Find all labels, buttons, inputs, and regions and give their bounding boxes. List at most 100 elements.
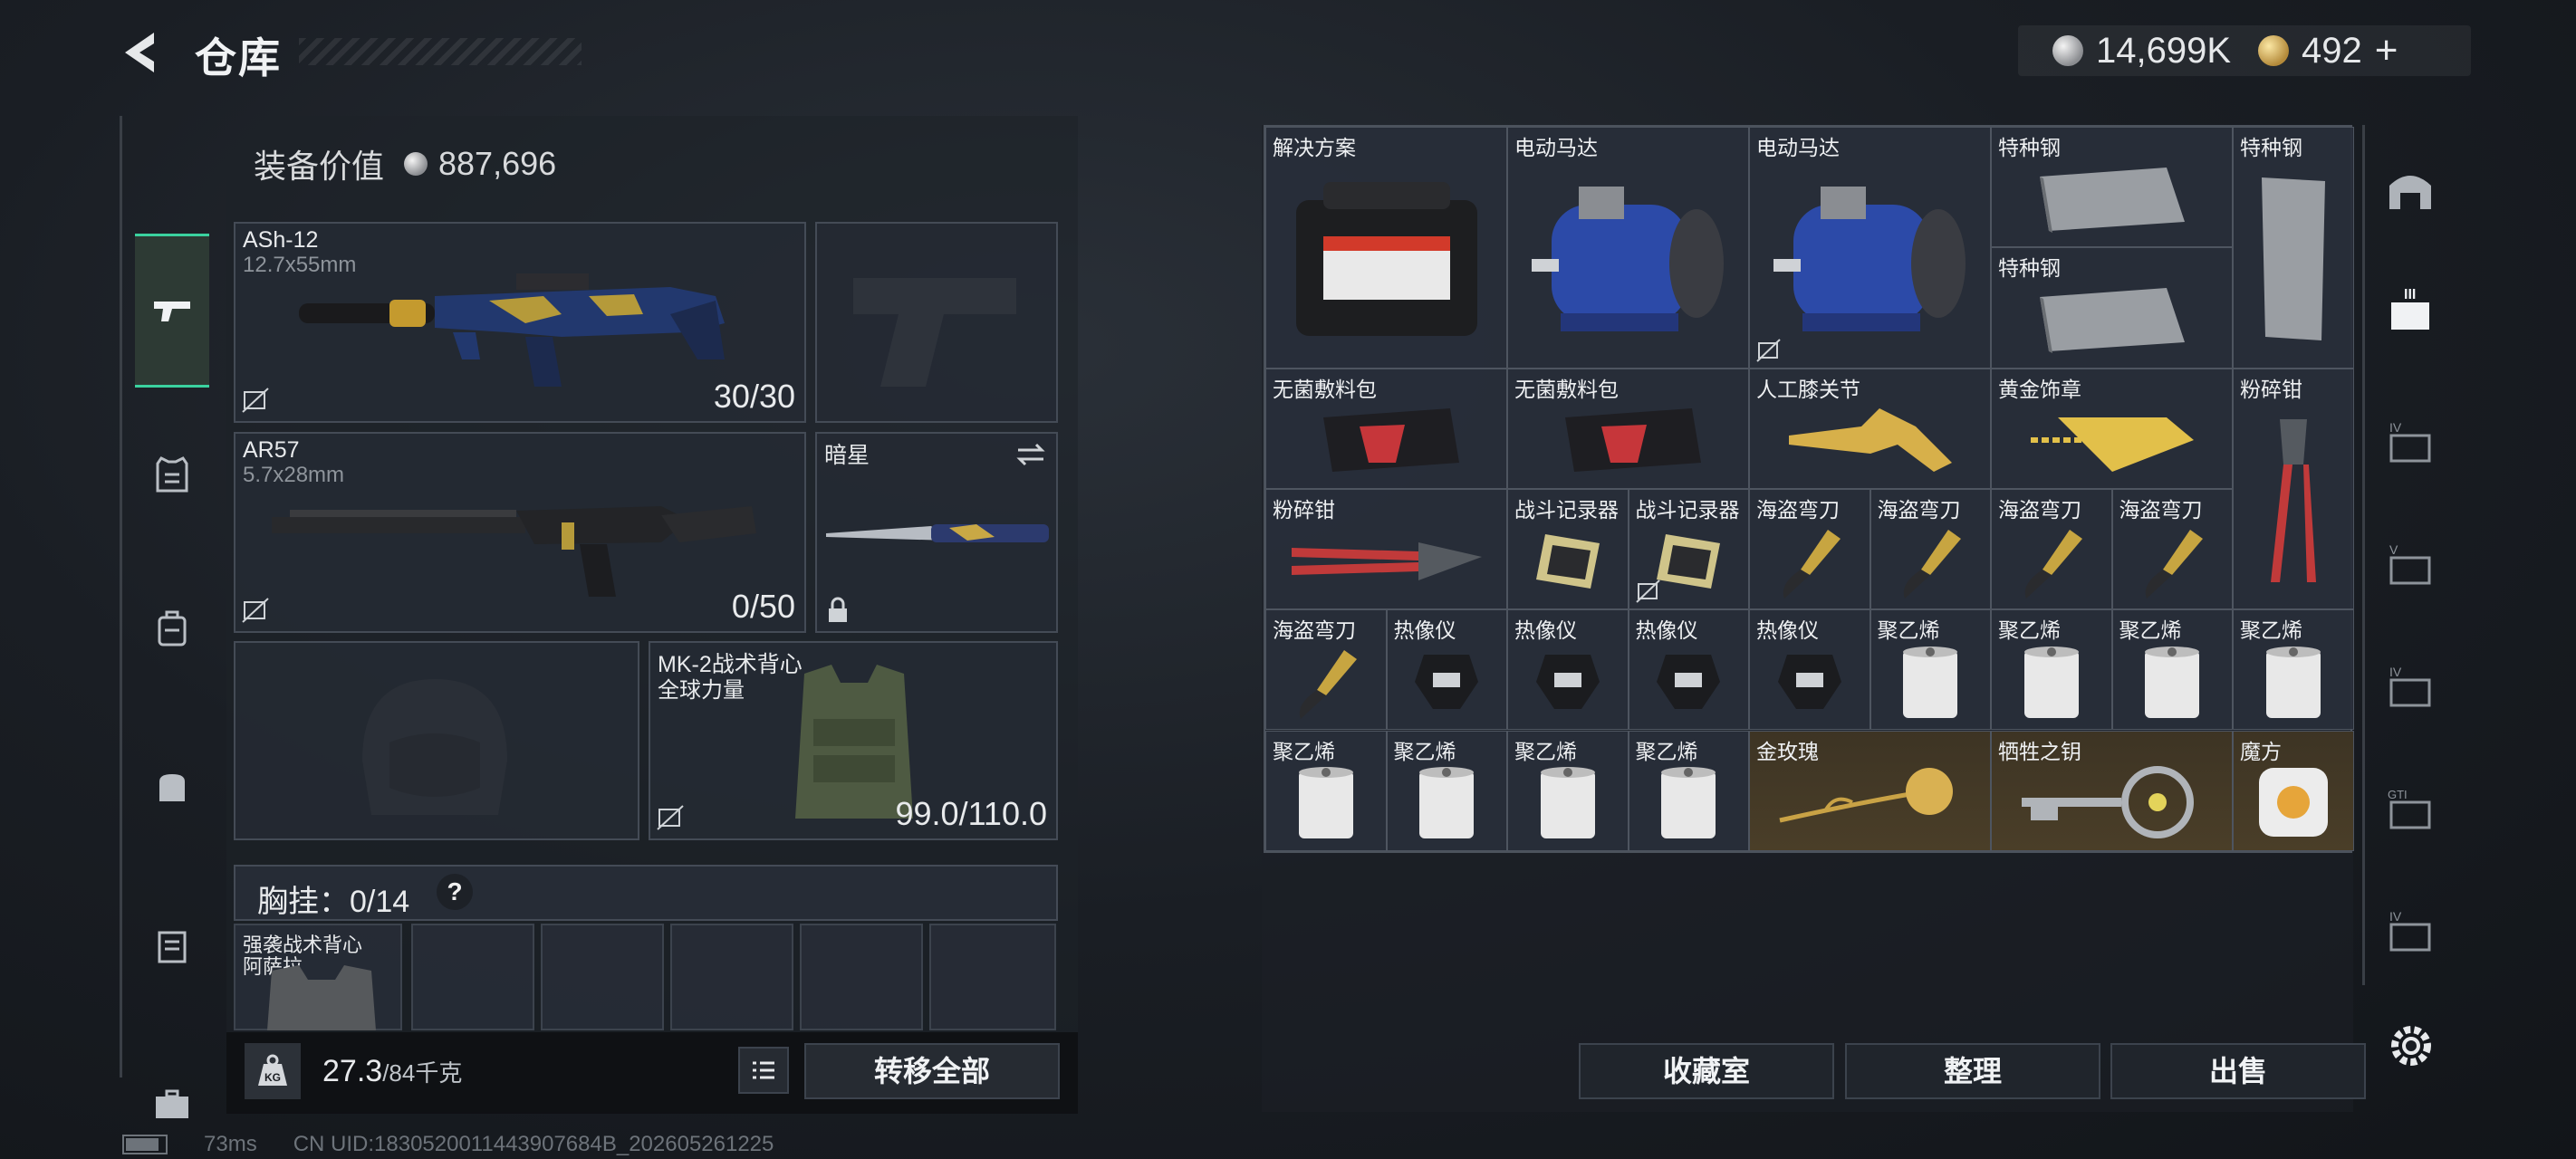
chest-rig-slot[interactable]: 强袭战术背心 阿萨拉 xyxy=(234,924,402,1030)
dark-star-knife-image xyxy=(826,524,1049,542)
svg-text:IV: IV xyxy=(2389,909,2402,924)
warehouse-item-roll[interactable]: 聚乙烯 xyxy=(1507,730,1629,851)
warehouse-item-roll[interactable]: 聚乙烯 xyxy=(1628,730,1749,851)
melee-slot[interactable]: 暗星 xyxy=(815,432,1058,633)
warehouse-item-key[interactable]: 牺牲之钥 xyxy=(1991,730,2233,851)
back-button[interactable] xyxy=(118,27,172,81)
chest-help-button[interactable]: ? xyxy=(437,874,473,910)
warehouse-item-cutter-v[interactable]: 粉碎钳 xyxy=(2233,368,2354,610)
toolbox-icon xyxy=(1266,128,1506,368)
nav-case[interactable] xyxy=(135,1067,209,1141)
warehouse-item-thermal[interactable]: 热像仪 xyxy=(1628,609,1749,731)
equipment-nav xyxy=(120,116,219,1118)
warehouse-item-steel-v[interactable]: 特种钢 xyxy=(2233,127,2354,369)
primary-weapon-slot[interactable]: ASh-12 12.7x55mm 30/30 xyxy=(234,222,806,423)
tier-iv-b-icon: IV xyxy=(2389,665,2431,707)
nav-weapons[interactable] xyxy=(135,234,209,388)
item-label: 无菌敷料包 xyxy=(1273,377,1377,401)
tab-tier-v[interactable]: V xyxy=(2381,537,2439,595)
sort-button[interactable]: 整理 xyxy=(1845,1043,2100,1099)
warehouse-item-cutter[interactable]: 粉碎钳 xyxy=(1265,488,1507,610)
nav-container[interactable] xyxy=(135,908,209,982)
settings-gear-icon[interactable] xyxy=(2386,1020,2437,1071)
warehouse-item-roll[interactable]: 聚乙烯 xyxy=(2111,609,2233,731)
warehouse-item-roll[interactable]: 聚乙烯 xyxy=(1991,609,2112,731)
tab-tier-iv-c[interactable]: IV xyxy=(2381,904,2439,962)
warehouse-item-motor[interactable]: 电动马达 xyxy=(1507,127,1749,369)
tab-gti[interactable]: GTI xyxy=(2381,781,2439,839)
uid-text: CN UID:1830520011443907684B_202605261225 xyxy=(293,1132,774,1156)
warehouse-item-thermal[interactable]: 热像仪 xyxy=(1386,609,1507,731)
transfer-all-button[interactable]: 转移全部 xyxy=(804,1043,1060,1099)
warehouse-item-recorder[interactable]: 战斗记录器 xyxy=(1628,488,1749,610)
warehouse-item-steel[interactable]: 特种钢 xyxy=(1991,247,2233,369)
list-view-button[interactable] xyxy=(738,1047,789,1094)
warehouse-tabs: III IV V IV GTI IV xyxy=(2362,125,2442,985)
helmet-placeholder-icon xyxy=(362,679,507,815)
no-insurance-icon xyxy=(657,805,684,830)
warehouse-grid: 解决方案 电动马达 电动马达 特种钢 特种钢 特种钢 无菌敷料包 无菌敷料包 人工膝关节 黄金饰章… xyxy=(1264,125,2354,853)
tab-base[interactable] xyxy=(2381,161,2439,219)
warehouse-item-bandage[interactable]: 无菌敷料包 xyxy=(1265,368,1507,489)
warehouse-item-toolbox[interactable]: 解决方案 xyxy=(1265,127,1507,369)
primary-weapon-name: ASh-12 xyxy=(243,227,319,253)
warehouse-item-rose[interactable]: 金玫瑰 xyxy=(1749,730,1991,851)
item-label: 聚乙烯 xyxy=(1514,739,1577,763)
warehouse-item-roll[interactable]: 聚乙烯 xyxy=(1870,609,1991,731)
warehouse-item-roll[interactable]: 聚乙烯 xyxy=(1386,730,1507,851)
warehouse-item-roll[interactable]: 聚乙烯 xyxy=(2233,609,2354,731)
item-label: 黄金饰章 xyxy=(1998,377,2081,401)
chest-slot[interactable] xyxy=(541,924,664,1030)
warehouse-item-bandage[interactable]: 无菌敷料包 xyxy=(1507,368,1749,489)
chest-slot[interactable] xyxy=(411,924,534,1030)
ping-text: 73ms xyxy=(204,1132,257,1156)
nav-bag[interactable] xyxy=(135,750,209,824)
warehouse-item-knife[interactable]: 海盗弯刀 xyxy=(1991,488,2112,610)
bag-icon xyxy=(159,774,185,801)
warehouse-item-cube[interactable]: 魔方 xyxy=(2233,730,2354,851)
helmet-slot[interactable] xyxy=(234,641,639,840)
nav-vest[interactable] xyxy=(135,437,209,512)
warehouse-item-knife[interactable]: 海盗弯刀 xyxy=(1870,488,1991,610)
silver-coin-icon xyxy=(404,152,428,176)
tab-tier-iii[interactable]: III xyxy=(2381,283,2439,341)
no-insurance-icon xyxy=(1755,337,1783,364)
warehouse-item-knife[interactable]: 海盗弯刀 xyxy=(2111,488,2233,610)
tier-v-icon: V xyxy=(2389,542,2431,585)
nav-backpack[interactable] xyxy=(135,591,209,666)
weight-icon: KG xyxy=(245,1043,301,1099)
svg-text:IV: IV xyxy=(2389,665,2402,679)
melee-name: 暗星 xyxy=(824,443,870,468)
warehouse-item-knife[interactable]: 海盗弯刀 xyxy=(1749,488,1870,610)
warehouse-item-thermal[interactable]: 热像仪 xyxy=(1749,609,1870,731)
chest-slot[interactable] xyxy=(670,924,793,1030)
warehouse-item-motor[interactable]: 电动马达 xyxy=(1749,127,1991,369)
item-label: 牺牲之钥 xyxy=(1998,739,2081,763)
warehouse-item-recorder[interactable]: 战斗记录器 xyxy=(1507,488,1629,610)
swap-icon[interactable] xyxy=(1014,441,1047,468)
warehouse-item-knife[interactable]: 海盗弯刀 xyxy=(1265,609,1387,731)
item-label: 魔方 xyxy=(2240,739,2282,763)
secondary-weapon-slot[interactable]: AR57 5.7x28mm 0/50 xyxy=(234,432,806,633)
warehouse-item-roll[interactable]: 聚乙烯 xyxy=(1265,730,1387,851)
item-label: 电动马达 xyxy=(1514,136,1598,159)
tab-tier-iv[interactable]: IV xyxy=(2381,415,2439,473)
weight-display: 27.3/84千克 xyxy=(322,1054,463,1088)
armor-slot[interactable]: MK-2战术背心 全球力量 99.0/110.0 xyxy=(649,641,1058,840)
cutter-v-icon xyxy=(2234,369,2353,609)
chest-slot[interactable] xyxy=(800,924,923,1030)
chest-slot[interactable] xyxy=(929,924,1056,1030)
sell-button[interactable]: 出售 xyxy=(2110,1043,2366,1099)
add-currency-button[interactable]: + xyxy=(2375,28,2398,73)
pistol-slot[interactable] xyxy=(815,222,1058,423)
pistol-placeholder-icon xyxy=(853,278,1016,387)
silver-coin-icon xyxy=(2052,35,2083,66)
item-label: 聚乙烯 xyxy=(1635,739,1698,763)
warehouse-item-thermal[interactable]: 热像仪 xyxy=(1507,609,1629,731)
tab-tier-iv-b[interactable]: IV xyxy=(2381,659,2439,717)
warehouse-item-knee[interactable]: 人工膝关节 xyxy=(1749,368,1991,489)
item-label: 聚乙烯 xyxy=(1393,739,1456,763)
warehouse-item-steel[interactable]: 特种钢 xyxy=(1991,127,2233,248)
collection-room-button[interactable]: 收藏室 xyxy=(1579,1043,1834,1099)
warehouse-item-emblem[interactable]: 黄金饰章 xyxy=(1991,368,2233,489)
